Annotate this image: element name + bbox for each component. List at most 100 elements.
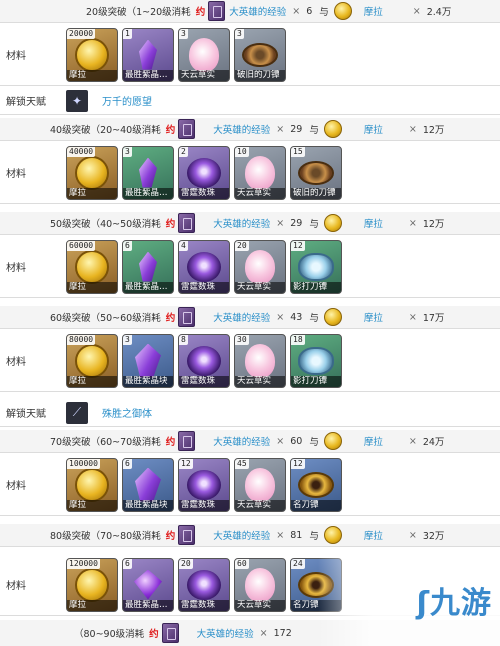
material-crystal-gemstone[interactable]: 6 最胜紫晶…	[122, 557, 174, 612]
tsuba-blue-icon	[298, 252, 334, 281]
material-count: 120000	[67, 558, 100, 569]
mora-link[interactable]: 摩拉	[364, 4, 383, 18]
material-crystal-fragment[interactable]: 6 最胜紫晶…	[122, 239, 174, 294]
mora-link[interactable]: 摩拉	[364, 122, 383, 136]
material-name: 最胜紫晶…	[123, 599, 173, 611]
material-name: 名刀镡	[291, 499, 341, 511]
and-label: 与	[319, 7, 329, 18]
exp-book-icon	[161, 623, 179, 643]
material-crystal-sliver[interactable]: 1 最胜紫晶…	[122, 27, 174, 82]
material-amakumo-fruit[interactable]: 60 天云草实	[234, 557, 286, 612]
material-crystal-chunk[interactable]: 3 最胜紫晶块	[122, 333, 174, 388]
ascension-header-1: 20级突破（1~20级消耗 约 大英雄的经验 × 6 与 摩拉 × 2.4万	[0, 0, 500, 23]
exp-item-link[interactable]: 大英雄的经验	[197, 626, 254, 640]
times-sign: ×	[412, 5, 421, 17]
ascension-title: 80级突破（70~80级消耗	[50, 531, 161, 542]
material-count: 3	[179, 28, 188, 39]
material-count: 8	[179, 334, 188, 345]
material-thunder-prism[interactable]: 12 雷霆数珠	[178, 457, 230, 512]
material-count: 3	[123, 146, 132, 157]
mora-link[interactable]: 摩拉	[364, 528, 383, 542]
times-sign: ×	[276, 435, 285, 447]
mora-coin-icon	[323, 308, 342, 326]
approx-label: 约	[165, 125, 176, 136]
pearl-icon	[187, 251, 221, 282]
flower-icon	[245, 467, 275, 502]
material-name: 天云草实	[235, 375, 285, 387]
and-label: 与	[309, 437, 319, 448]
material-count: 20	[179, 558, 193, 569]
material-mora[interactable]: 40000 摩拉	[66, 145, 118, 200]
material-count: 15	[291, 146, 305, 157]
material-name: 雷霆数珠	[179, 281, 229, 293]
mora-link[interactable]: 摩拉	[364, 434, 383, 448]
mora-coin-icon	[75, 155, 109, 190]
material-amakumo-fruit[interactable]: 45 天云草实	[234, 457, 286, 512]
material-mora[interactable]: 80000 摩拉	[66, 333, 118, 388]
material-amakumo-fruit[interactable]: 30 天云草实	[234, 333, 286, 388]
crystal-big-icon	[135, 343, 161, 378]
exp-count: 43	[290, 311, 303, 323]
exp-count: 6	[306, 5, 313, 17]
talent-link[interactable]: 殊胜之御体	[102, 405, 152, 420]
material-name: 影打刀镡	[291, 375, 341, 387]
mora-link[interactable]: 摩拉	[364, 216, 383, 230]
material-crystal-fragment[interactable]: 3 最胜紫晶…	[122, 145, 174, 200]
mora-link[interactable]: 摩拉	[364, 310, 383, 324]
material-kageuchi-handguard[interactable]: 12 影打刀镡	[290, 239, 342, 294]
material-name: 摩拉	[67, 187, 117, 199]
and-label: 与	[309, 531, 319, 542]
material-old-handguard[interactable]: 3 破旧的刀镡	[234, 27, 286, 82]
materials-label: 材料	[6, 581, 26, 592]
ascension-title: 40级突破（20~40级消耗	[50, 125, 161, 136]
exp-book-icon	[178, 525, 196, 545]
material-thunder-prism[interactable]: 4 雷霆数珠	[178, 239, 230, 294]
material-mora[interactable]: 100000 摩拉	[66, 457, 118, 512]
material-mora[interactable]: 20000 摩拉	[66, 27, 118, 82]
exp-count: 29	[290, 123, 303, 135]
material-name: 雷霆数珠	[179, 599, 229, 611]
mora-count: 12万	[422, 219, 445, 230]
exp-item-link[interactable]: 大英雄的经验	[213, 122, 270, 136]
mora-coin-icon	[75, 343, 109, 378]
material-count: 45	[235, 458, 249, 469]
times-sign: ×	[408, 311, 417, 323]
material-thunder-prism[interactable]: 20 雷霆数珠	[178, 557, 230, 612]
material-thunder-prism[interactable]: 8 雷霆数珠	[178, 333, 230, 388]
crystal-big-icon	[135, 467, 161, 502]
material-famed-handguard[interactable]: 12 名刀镡	[290, 457, 342, 512]
material-name: 摩拉	[67, 69, 117, 81]
tsuba-blue-icon	[298, 346, 334, 375]
material-crystal-chunk[interactable]: 6 最胜紫晶块	[122, 457, 174, 512]
material-count: 30	[235, 334, 249, 345]
times-sign: ×	[292, 5, 301, 17]
exp-item-link[interactable]: 大英雄的经验	[213, 310, 270, 324]
flower-icon	[245, 249, 275, 284]
times-sign: ×	[408, 435, 417, 447]
talent-unlock-row-2: 解锁天赋 ⟋ 殊胜之御体	[0, 399, 500, 427]
material-thunder-prism[interactable]: 2 雷霆数珠	[178, 145, 230, 200]
material-count: 1	[123, 28, 132, 39]
material-amakumo-fruit[interactable]: 3 天云草实	[178, 27, 230, 82]
material-mora[interactable]: 60000 摩拉	[66, 239, 118, 294]
watermark-text: 九游	[430, 586, 492, 621]
materials-label: 材料	[6, 357, 26, 368]
exp-item-link[interactable]: 大英雄的经验	[213, 528, 270, 542]
exp-item-link[interactable]: 大英雄的经验	[229, 4, 286, 18]
talent-link[interactable]: 万千的愿望	[102, 93, 152, 108]
material-amakumo-fruit[interactable]: 10 天云草实	[234, 145, 286, 200]
approx-label: 约	[165, 313, 176, 324]
material-mora[interactable]: 120000 摩拉	[66, 557, 118, 612]
exp-item-link[interactable]: 大英雄的经验	[213, 216, 270, 230]
exp-item-link[interactable]: 大英雄的经验	[213, 434, 270, 448]
material-name: 雷霆数珠	[179, 499, 229, 511]
material-count: 80000	[67, 334, 96, 345]
material-old-handguard[interactable]: 15 破旧的刀镡	[290, 145, 342, 200]
material-count: 100000	[67, 458, 100, 469]
material-kageuchi-handguard[interactable]: 18 影打刀镡	[290, 333, 342, 388]
pearl-icon	[187, 157, 221, 188]
material-name: 最胜紫晶块	[123, 375, 173, 387]
mora-coin-icon	[323, 432, 342, 450]
materials-row-1: 材料 20000 摩拉 1 最胜紫晶… 3 天云草实 3 破旧的刀镡	[0, 24, 500, 86]
material-amakumo-fruit[interactable]: 20 天云草实	[234, 239, 286, 294]
